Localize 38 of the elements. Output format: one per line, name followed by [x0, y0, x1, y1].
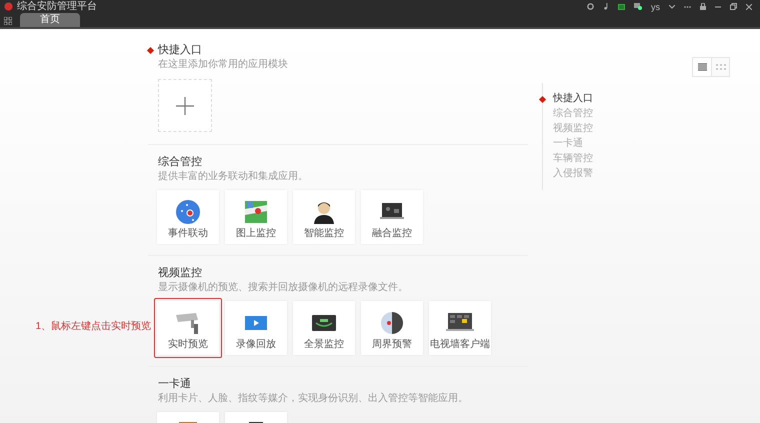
app-tile[interactable]: 实时预览	[157, 301, 219, 355]
app-tile[interactable]: 周界预警	[361, 301, 423, 355]
chevron-down-icon[interactable]	[669, 4, 675, 8]
app-grid-icon[interactable]	[4, 17, 12, 25]
map-pin-icon	[243, 199, 269, 225]
grid-icon	[716, 64, 726, 70]
user-name[interactable]: ys	[651, 0, 660, 12]
gear-icon[interactable]	[587, 3, 594, 10]
music-note-icon[interactable]	[603, 3, 609, 10]
annotation-text: 1、鼠标左键点击实时预览	[35, 320, 151, 334]
section-title: 快捷入口	[158, 42, 202, 58]
status-panel-icon[interactable]	[618, 4, 625, 10]
minimize-icon[interactable]	[715, 6, 721, 8]
tab[interactable]: 首页	[20, 13, 80, 27]
section-description: 利用卡片、人脸、指纹等媒介，实现身份识别、出入管控等智能应用。	[158, 392, 469, 405]
list-icon	[698, 63, 706, 71]
nav-link[interactable]: 快捷入口	[553, 93, 593, 105]
close-icon[interactable]	[746, 4, 752, 10]
section-title: 一卡通	[158, 376, 191, 392]
section-description: 显示摄像机的预览、搜索并回放摄像机的远程录像文件。	[158, 281, 409, 294]
restore-icon[interactable]	[730, 3, 737, 10]
plus-icon	[176, 96, 194, 114]
window-title: 综合安防管理平台	[17, 0, 97, 12]
app-tile[interactable]: 融合监控	[361, 190, 423, 244]
app-tile[interactable]: 事件联动	[157, 190, 219, 244]
lock-icon[interactable]	[700, 3, 706, 10]
app-tile[interactable]: 电视墙客户端	[429, 301, 491, 355]
app-tile[interactable]: 全景监控	[293, 301, 355, 355]
section-description: 在这里添加你常用的应用模块	[158, 58, 289, 71]
radar-icon	[379, 310, 405, 336]
section-title: 综合管控	[158, 154, 202, 170]
section-title: 视频监控	[158, 266, 202, 281]
app-tile[interactable]: 录像回放	[225, 301, 287, 355]
app-tile[interactable]: 图上监控	[225, 190, 287, 244]
section-description: 提供丰富的业务联动和集成应用。	[158, 170, 309, 183]
globe-icon	[175, 199, 201, 225]
app-tile[interactable]: 智能监控	[293, 190, 355, 244]
person-icon	[311, 199, 337, 225]
